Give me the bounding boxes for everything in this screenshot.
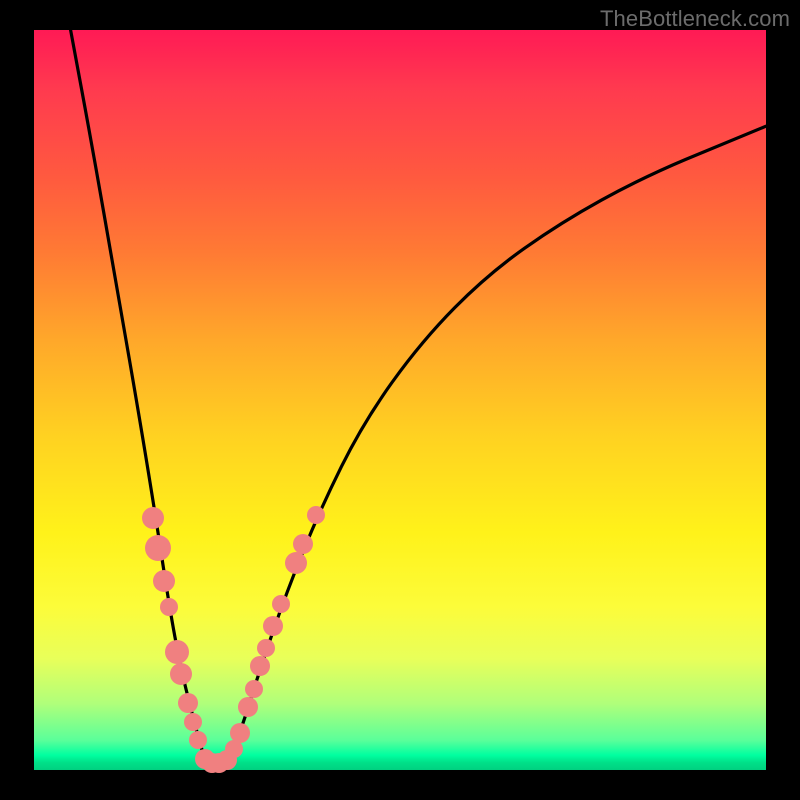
bead-marker xyxy=(145,535,171,561)
bead-marker xyxy=(293,534,313,554)
bead-marker xyxy=(263,616,283,636)
bead-marker xyxy=(165,640,189,664)
bead-marker xyxy=(230,723,250,743)
bead-marker xyxy=(250,656,270,676)
bead-marker xyxy=(285,552,307,574)
bead-marker xyxy=(257,639,275,657)
bead-marker xyxy=(272,595,290,613)
bead-marker xyxy=(245,680,263,698)
bead-marker xyxy=(178,693,198,713)
bead-marker xyxy=(160,598,178,616)
watermark-text: TheBottleneck.com xyxy=(600,6,790,32)
bead-marker xyxy=(307,506,325,524)
bead-marker xyxy=(153,570,175,592)
bead-marker xyxy=(142,507,164,529)
bead-markers-layer xyxy=(34,30,766,770)
bead-marker xyxy=(238,697,258,717)
bead-marker xyxy=(189,731,207,749)
bead-marker xyxy=(184,713,202,731)
bead-marker xyxy=(170,663,192,685)
